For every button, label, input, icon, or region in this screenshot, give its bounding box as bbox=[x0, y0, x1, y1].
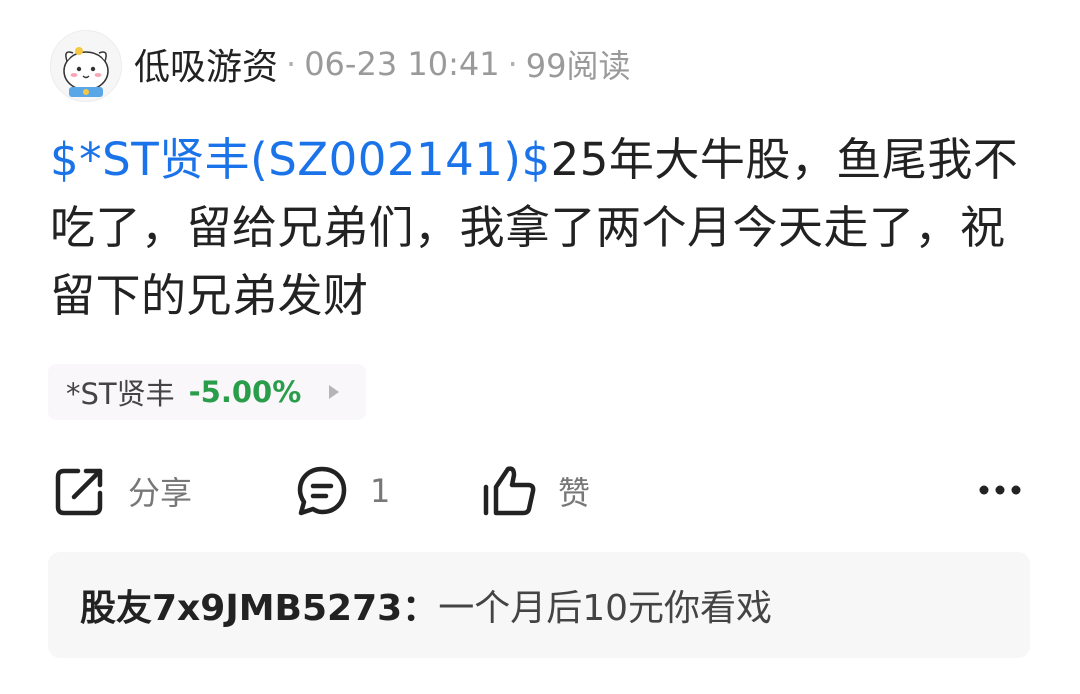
meta-separator: · bbox=[286, 45, 297, 83]
like-label: 赞 bbox=[558, 474, 591, 512]
post-content: $*ST贤丰(SZ002141)$25年大牛股，鱼尾我不吃了，留给兄弟们，我拿了… bbox=[50, 126, 1040, 330]
comment-count: 1 bbox=[370, 472, 391, 510]
comment-button[interactable]: 1 bbox=[294, 462, 390, 520]
meta-separator: · bbox=[507, 45, 518, 83]
stock-name: *ST贤丰 bbox=[66, 377, 175, 411]
comment-text: 一个月后10元你看戏 bbox=[438, 588, 772, 629]
comment-bubble-icon bbox=[297, 466, 347, 516]
like-button[interactable]: 赞 bbox=[480, 462, 590, 520]
author-name[interactable]: 低吸游资 bbox=[134, 38, 278, 90]
stock-quote-chip[interactable]: *ST贤丰 -5.00% bbox=[48, 364, 366, 420]
share-label: 分享 bbox=[128, 474, 193, 512]
more-dots-icon bbox=[979, 485, 1021, 495]
share-icon bbox=[55, 468, 103, 516]
more-options-button[interactable] bbox=[970, 470, 1030, 510]
comment-username[interactable]: 股友7x9JMB5273： bbox=[80, 579, 438, 631]
post-date: 06-23 10:41 bbox=[304, 45, 500, 83]
chevron-right-icon bbox=[329, 385, 340, 399]
stock-change-percent: -5.00% bbox=[188, 375, 302, 409]
cartoon-avatar-icon bbox=[51, 31, 121, 101]
comment-preview[interactable]: 股友7x9JMB5273： 一个月后10元你看戏 bbox=[48, 552, 1030, 658]
stock-tag-link[interactable]: $*ST贤丰(SZ002141)$ bbox=[50, 133, 551, 186]
view-count: 99阅读 bbox=[525, 47, 631, 85]
post-header: 低吸游资 · 06-23 10:41 · 99阅读 bbox=[134, 38, 630, 90]
author-avatar[interactable] bbox=[50, 30, 122, 102]
share-button[interactable]: 分享 bbox=[52, 462, 192, 520]
thumbs-up-icon bbox=[483, 466, 536, 516]
